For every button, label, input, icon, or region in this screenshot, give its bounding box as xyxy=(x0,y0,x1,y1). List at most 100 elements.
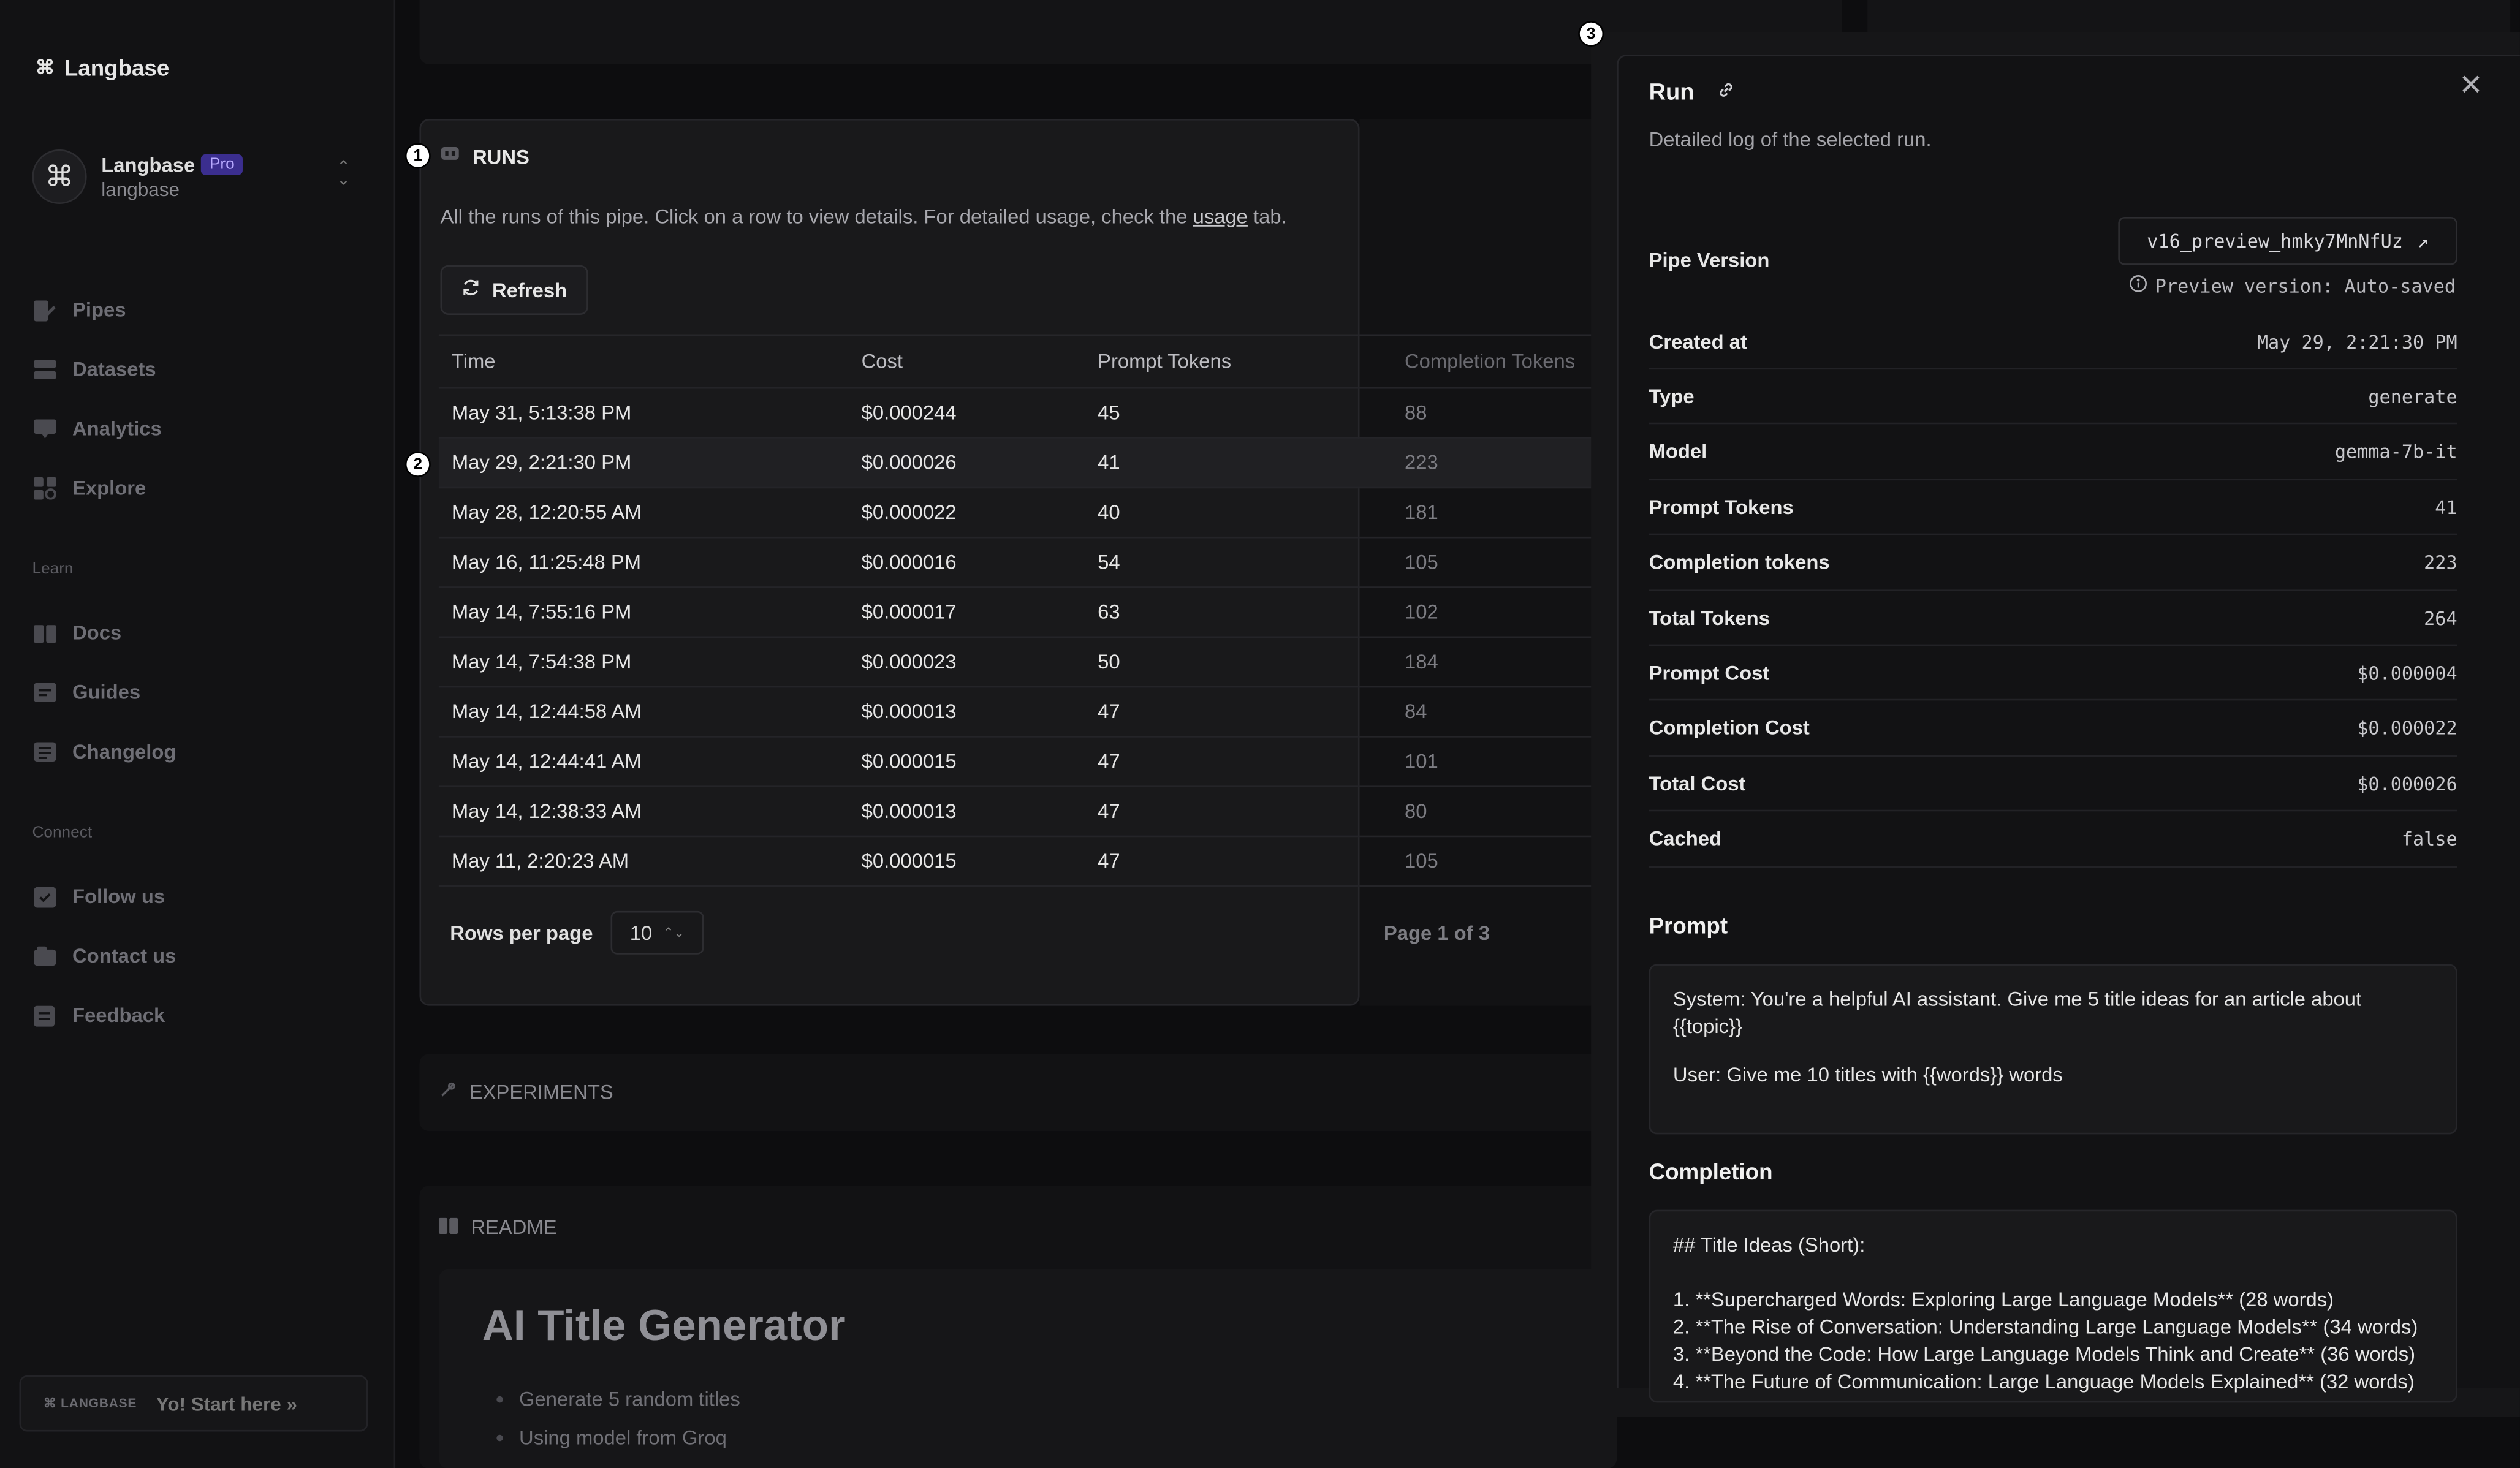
column-header-completion-tokens[interactable]: Completion Tokens xyxy=(1392,350,1617,373)
detail-row-prompt-cost: Prompt Cost $0.000004 xyxy=(1649,646,2457,702)
nav-item-label: Docs xyxy=(72,621,122,645)
refresh-button[interactable]: Refresh xyxy=(440,265,588,315)
table-header: Time Cost Prompt Tokens Completion Token… xyxy=(438,336,1617,389)
run-detail-title: Run xyxy=(1649,80,1695,107)
app-root: ⌘ Langbase ⌘ Langbase Pro langbase ⌃ ⌄ Pi… xyxy=(0,0,2520,1468)
column-header-prompt-tokens[interactable]: Prompt Tokens xyxy=(1085,350,1392,373)
refresh-label: Refresh xyxy=(492,278,567,301)
book-icon xyxy=(438,1216,458,1239)
pipes-icon xyxy=(32,299,56,322)
preview-version-note: Preview version: Auto-saved xyxy=(2130,274,2456,297)
detail-row-total-tokens: Total Tokens 264 xyxy=(1649,591,2457,646)
detail-key: Total Cost xyxy=(1649,772,1746,795)
cell-time: May 11, 2:20:23 AM xyxy=(451,850,629,872)
table-row[interactable]: May 11, 2:20:23 AM $0.000015 47 105 xyxy=(438,837,1617,887)
start-card-brand: ⌘ LANGBASE xyxy=(43,1396,137,1411)
cell-prompt-tokens: 47 xyxy=(1098,750,1120,773)
org-handle: langbase xyxy=(101,177,180,200)
plan-badge: Pro xyxy=(201,154,243,175)
nav-item-datasets[interactable]: Datasets xyxy=(32,358,156,381)
nav-item-label: Guides xyxy=(72,681,141,704)
completion-line: 1. **Supercharged Words: Exploring Large… xyxy=(1672,1288,2334,1311)
org-switcher[interactable]: ⌘ Langbase Pro langbase ⌃ ⌄ xyxy=(32,145,363,209)
nav-item-label: Pipes xyxy=(72,298,126,322)
cell-cost: $0.000015 xyxy=(861,750,957,773)
readme-heading: AI Title Generator xyxy=(482,1301,846,1350)
close-icon[interactable]: ✕ xyxy=(2459,69,2483,103)
analytics-icon xyxy=(32,418,56,441)
cell-completion-tokens: 101 xyxy=(1404,750,1438,773)
detail-value: $0.000022 xyxy=(2357,717,2457,740)
rows-per-page-select[interactable]: 10 ⌃⌄ xyxy=(610,910,704,955)
run-detail-description: Detailed log of the selected run. xyxy=(1649,128,1932,151)
table-row[interactable]: May 14, 7:55:16 PM $0.000017 63 102 xyxy=(438,588,1617,638)
runs-table: Time Cost Prompt Tokens Completion Token… xyxy=(438,334,1617,887)
rows-per-page-label: Rows per page xyxy=(450,921,593,944)
cell-cost: $0.000023 xyxy=(861,651,957,673)
cell-time: May 29, 2:21:30 PM xyxy=(451,451,632,474)
experiments-panel[interactable]: EXPERIMENTS xyxy=(419,1054,1617,1132)
readme-panel: README AI Title Generator Generate 5 ran… xyxy=(419,1186,1617,1468)
column-header-cost[interactable]: Cost xyxy=(849,350,1085,373)
table-row[interactable]: May 29, 2:21:30 PM $0.000026 41 223 xyxy=(438,438,1617,489)
datasets-icon xyxy=(32,358,56,381)
nav-item-docs[interactable]: Docs xyxy=(32,622,121,645)
link-icon[interactable] xyxy=(1717,80,1736,106)
marker-1: 1 xyxy=(404,143,431,169)
marker-3: 3 xyxy=(1578,21,1604,47)
completion-title: Completion xyxy=(1649,1158,1773,1184)
nav-section-learn: Learn xyxy=(32,561,74,579)
detail-row-completion-tokens: Completion tokens 223 xyxy=(1649,536,2457,591)
column-header-time[interactable]: Time xyxy=(439,350,849,373)
start-here-card[interactable]: ⌘ LANGBASE Yo! Start here » xyxy=(19,1375,368,1432)
usage-link[interactable]: usage xyxy=(1193,206,1248,229)
nav-item-contact-us[interactable]: Contact us xyxy=(32,945,176,967)
runs-icon xyxy=(441,146,460,169)
cell-prompt-tokens: 45 xyxy=(1098,401,1120,425)
pipe-version-link[interactable]: v16_preview_hmky7MnNfUz ↗ xyxy=(2118,217,2457,265)
table-row[interactable]: May 14, 7:54:38 PM $0.000023 50 184 xyxy=(438,638,1617,688)
table-row[interactable]: May 28, 12:20:55 AM $0.000022 40 181 xyxy=(438,488,1617,539)
detail-row-model: Model gemma-7b-it xyxy=(1649,425,2457,480)
detail-row-completion-cost: Completion Cost $0.000022 xyxy=(1649,702,2457,757)
nav-item-pipes[interactable]: Pipes xyxy=(32,298,126,322)
table-row[interactable]: May 16, 11:25:48 PM $0.000016 54 105 xyxy=(438,539,1617,588)
cell-time: May 14, 12:44:58 AM xyxy=(451,700,642,724)
table-row[interactable]: May 14, 12:38:33 AM $0.000013 47 80 xyxy=(438,787,1617,838)
cell-prompt-tokens: 54 xyxy=(1098,551,1120,574)
detail-value: $0.000004 xyxy=(2357,662,2457,684)
cell-completion-tokens: 105 xyxy=(1404,551,1438,574)
experiments-title: EXPERIMENTS xyxy=(469,1081,613,1104)
table-row[interactable]: May 14, 12:44:41 AM $0.000015 47 101 xyxy=(438,738,1617,787)
table-row[interactable]: May 14, 12:44:58 AM $0.000013 47 84 xyxy=(438,687,1617,738)
contact-icon xyxy=(32,945,56,967)
double-chevron-right-icon: » xyxy=(286,1392,298,1415)
command-icon: ⌘ xyxy=(35,56,55,79)
nav-item-guides[interactable]: Guides xyxy=(32,681,140,704)
docs-icon xyxy=(32,622,56,645)
detail-value: May 29, 2:21:30 PM xyxy=(2256,330,2457,353)
prompt-system: System: You're a helpful AI assistant. G… xyxy=(1672,988,2362,1039)
runs-description: All the runs of this pipe. Click on a ro… xyxy=(440,205,1287,229)
cell-completion-tokens: 223 xyxy=(1404,451,1438,474)
flask-icon xyxy=(439,1081,457,1104)
detail-key: Prompt Tokens xyxy=(1649,496,1794,519)
detail-row-total-cost: Total Cost $0.000026 xyxy=(1649,757,2457,812)
nav-item-label: Follow us xyxy=(72,885,165,908)
table-row[interactable]: May 31, 5:13:38 PM $0.000244 45 88 xyxy=(438,389,1617,439)
nav-item-feedback[interactable]: Feedback xyxy=(32,1004,165,1027)
org-name: Langbase xyxy=(101,153,195,176)
brand-logo[interactable]: ⌘ Langbase xyxy=(36,55,170,80)
cell-completion-tokens: 88 xyxy=(1404,401,1427,425)
cell-cost: $0.000013 xyxy=(861,700,957,724)
nav-item-follow-us[interactable]: Follow us xyxy=(32,885,165,908)
nav-item-explore[interactable]: Explore xyxy=(32,477,146,500)
page-info: Page 1 of 3 xyxy=(1383,922,1490,945)
completion-line: ## Title Ideas (Short): xyxy=(1672,1234,1865,1257)
cell-time: May 31, 5:13:38 PM xyxy=(451,401,632,425)
detail-key: Completion Cost xyxy=(1649,717,1810,740)
completion-line: 2. **The Rise of Conversation: Understan… xyxy=(1672,1315,2418,1339)
start-card-text: Yo! Start here xyxy=(156,1392,281,1415)
nav-item-changelog[interactable]: Changelog xyxy=(32,741,176,763)
nav-item-analytics[interactable]: Analytics xyxy=(32,418,162,441)
